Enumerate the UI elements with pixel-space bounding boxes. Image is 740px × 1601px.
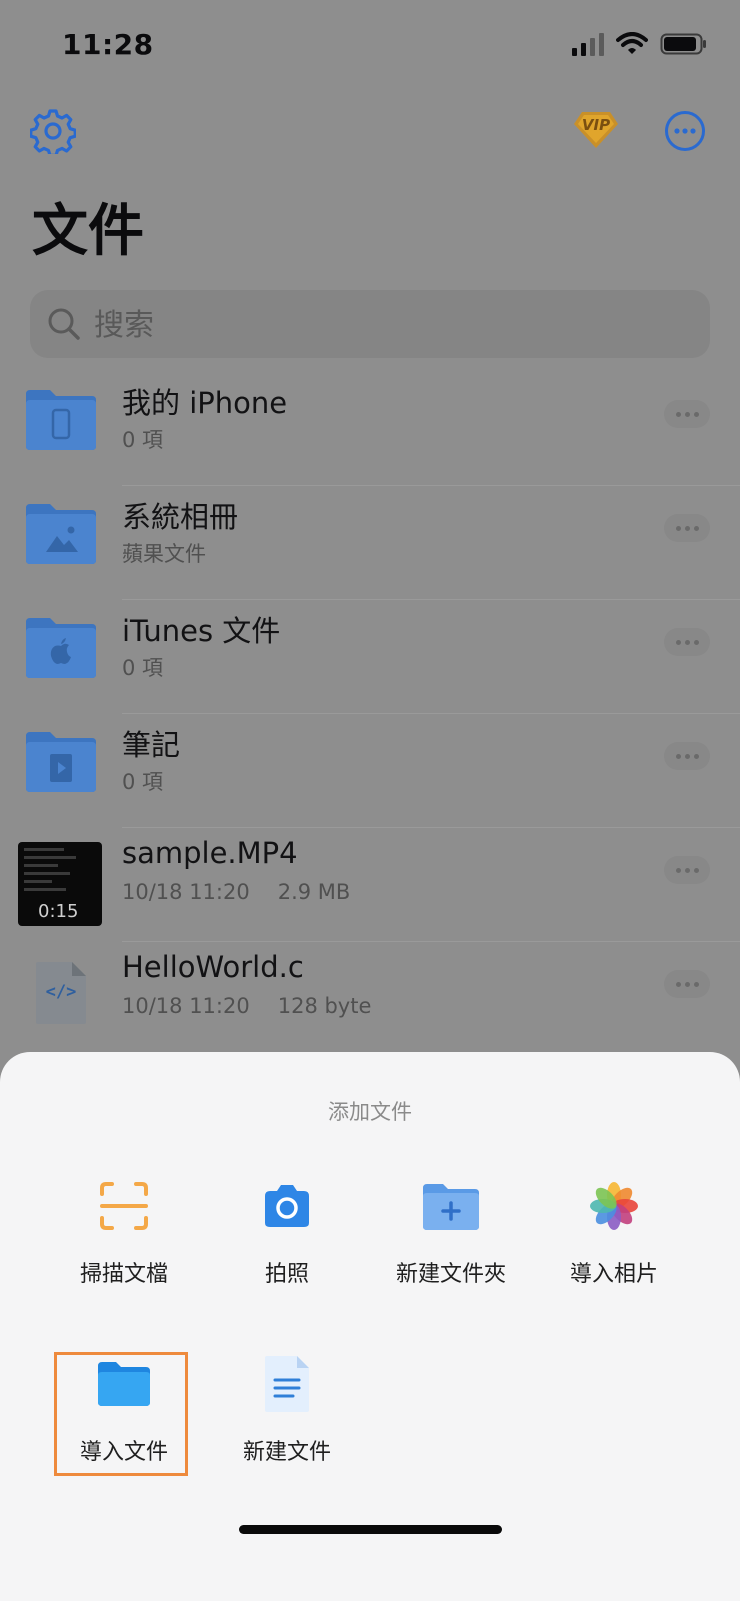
new-folder-icon: [423, 1184, 479, 1230]
search-bar[interactable]: [30, 290, 710, 358]
file-date: 10/18 11:20: [122, 994, 250, 1018]
file-row-my-iphone[interactable]: 我的 iPhone 0 項: [0, 372, 740, 486]
file-name: iTunes 文件: [122, 614, 281, 648]
add-file-sheet: 添加文件 掃描文檔 拍照 新建文件夾 導入相片 導入文件 新建文件: [0, 1052, 740, 1601]
scan-icon: [100, 1182, 148, 1230]
file-name: 筆記: [122, 728, 181, 762]
action-label: 拍照: [264, 1262, 309, 1287]
search-icon: [48, 308, 80, 340]
row-more-button[interactable]: [664, 970, 710, 998]
file-meta: 10/18 11:20 128 byte: [122, 994, 371, 1018]
search-input[interactable]: [92, 302, 696, 348]
file-size: 128 byte: [277, 994, 372, 1018]
new-document-icon: [265, 1356, 309, 1412]
scan-document-button[interactable]: 掃描文檔: [44, 1180, 204, 1300]
signal-icon: [572, 32, 604, 56]
folder-notes-icon: [26, 732, 96, 792]
row-more-button[interactable]: [664, 856, 710, 884]
battery-icon: [660, 33, 706, 55]
file-meta: 0 項: [122, 770, 164, 794]
action-label: 新建文件夾: [395, 1262, 506, 1287]
code-file-icon: </>: [34, 960, 88, 1026]
vip-label: VIP: [581, 116, 611, 134]
row-more-button[interactable]: [664, 400, 710, 428]
file-date: 10/18 11:20: [122, 880, 250, 904]
vip-badge[interactable]: VIP: [572, 106, 620, 152]
status-time: 11:28: [62, 28, 154, 61]
row-more-button[interactable]: [664, 742, 710, 770]
file-name: HelloWorld.c: [122, 950, 304, 984]
action-label: 導入相片: [569, 1262, 658, 1287]
file-size: 2.9 MB: [277, 880, 351, 904]
take-photo-button[interactable]: 拍照: [207, 1180, 367, 1300]
row-more-button[interactable]: [664, 514, 710, 542]
file-row-itunes[interactable]: iTunes 文件 0 項: [0, 600, 740, 714]
file-row-notes[interactable]: 筆記 0 項: [0, 714, 740, 828]
wifi-icon: [616, 32, 648, 54]
file-name: 系統相冊: [122, 500, 239, 534]
folder-iphone-icon: [26, 390, 96, 450]
page-title: 文件: [32, 199, 144, 264]
more-icon[interactable]: [664, 110, 706, 152]
import-folder-icon: [98, 1362, 150, 1406]
file-meta: 0 項: [122, 428, 164, 452]
action-label: 掃描文檔: [79, 1262, 168, 1287]
file-name: 我的 iPhone: [122, 386, 288, 420]
folder-photos-icon: [26, 504, 96, 564]
video-duration: 0:15: [38, 901, 79, 922]
action-label: 導入文件: [79, 1440, 168, 1465]
file-row-helloworld-c[interactable]: </> HelloWorld.c 10/18 11:20 128 byte: [0, 942, 740, 1056]
photos-icon: [590, 1182, 638, 1230]
screen: 11:28 VIP 文件 搜索 我的 iPhone 0 項 系統相冊 蘋果文件 …: [0, 0, 740, 1601]
camera-icon: [265, 1185, 309, 1227]
file-name: sample.MP4: [122, 836, 298, 870]
sheet-title: 添加文件: [328, 1100, 412, 1124]
folder-apple-icon: [26, 618, 96, 678]
home-indicator[interactable]: [239, 1525, 502, 1534]
file-list: 我的 iPhone 0 項 系統相冊 蘋果文件 iTunes 文件 0 項 筆記…: [0, 372, 740, 1056]
action-label: 新建文件: [242, 1440, 331, 1465]
import-photos-button[interactable]: 導入相片: [534, 1180, 694, 1300]
file-meta: 蘋果文件: [122, 542, 206, 566]
import-file-button[interactable]: 導入文件: [44, 1358, 204, 1478]
row-more-button[interactable]: [664, 628, 710, 656]
code-glyph: </>: [45, 982, 77, 1002]
file-row-sample-mp4[interactable]: 0:15 sample.MP4 10/18 11:20 2.9 MB: [0, 828, 740, 942]
file-row-system-album[interactable]: 系統相冊 蘋果文件: [0, 486, 740, 600]
gear-icon[interactable]: [30, 108, 76, 154]
new-folder-button[interactable]: 新建文件夾: [371, 1180, 531, 1300]
status-icons: [572, 32, 708, 56]
file-meta: 0 項: [122, 656, 164, 680]
video-thumbnail: 0:15: [18, 842, 102, 926]
file-meta: 10/18 11:20 2.9 MB: [122, 880, 350, 904]
new-document-button[interactable]: 新建文件: [207, 1356, 367, 1478]
